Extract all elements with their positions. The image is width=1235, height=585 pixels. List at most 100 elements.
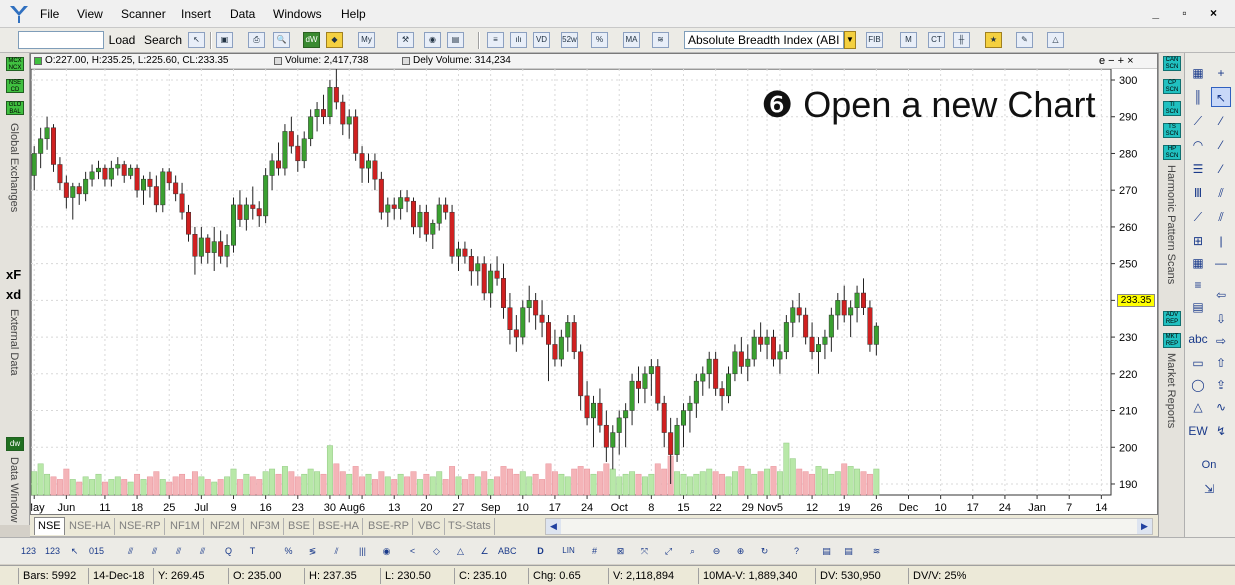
cow-tail-icon[interactable]: CT	[928, 32, 945, 48]
ts-scn-button[interactable]: TS SCN	[1163, 123, 1181, 138]
menu-windows[interactable]: Windows	[273, 7, 322, 21]
candle-pattern-icon[interactable]: ╫	[953, 32, 970, 48]
print-preview-icon[interactable]: 🔍	[273, 32, 290, 48]
percent-arc-icon[interactable]: ⫽	[328, 543, 345, 559]
arrow-left-icon[interactable]: ⇦	[1211, 285, 1231, 305]
pointer-icon[interactable]: ↖	[1211, 87, 1231, 107]
adv-rep-button[interactable]: ADV REP	[1163, 311, 1181, 326]
hash-icon[interactable]: #	[586, 543, 603, 559]
price-chart[interactable]: 300290280270260250240230220210200190MayJ…	[31, 69, 1157, 515]
print-icon[interactable]: ⎙	[248, 32, 265, 48]
global-exchanges-label[interactable]: Global Exchanges	[8, 123, 20, 212]
q-icon[interactable]: Q	[220, 543, 237, 559]
menu-scanner[interactable]: Scanner	[121, 7, 166, 21]
fibo-retrace-icon[interactable]: ☰	[1188, 159, 1208, 179]
scroll-left-icon[interactable]: ◀	[546, 519, 561, 534]
text-icon[interactable]: abc	[1188, 329, 1208, 349]
tab-nf3m[interactable]: NF3M	[247, 518, 284, 535]
hook-icon[interactable]: ↯	[1211, 421, 1231, 441]
rectangle-icon[interactable]: ▭	[1188, 353, 1208, 373]
search-button[interactable]: Search	[144, 31, 182, 49]
vertical-lines-icon[interactable]: ║	[1188, 87, 1208, 107]
chart-window-controls[interactable]: e − + ×	[1099, 54, 1134, 68]
triangle-icon[interactable]: △	[1188, 397, 1208, 417]
fd-icon[interactable]: xd	[6, 287, 21, 302]
ma-icon[interactable]: MA	[623, 32, 640, 48]
tab-nse-ha[interactable]: NSE-HA	[66, 518, 115, 535]
parallel-lines-icon[interactable]: ⫽	[1211, 183, 1231, 203]
arc-icon[interactable]: ◠	[1188, 135, 1208, 155]
wave-icon[interactable]: ∿	[1211, 397, 1231, 417]
channel-sl-icon[interactable]: ⁄	[1211, 159, 1231, 179]
arrow-up-icon[interactable]: ⇪	[1211, 375, 1231, 395]
cp-scn-button[interactable]: CP SCN	[1163, 79, 1181, 94]
magnet-icon[interactable]: ⇲	[1199, 479, 1219, 499]
tab-nse[interactable]: NSE	[34, 517, 65, 535]
harmonic-pattern-scans-label[interactable]: Harmonic Pattern Scans	[1165, 165, 1177, 284]
link-icon[interactable]: ⚒	[397, 32, 414, 48]
zoom-in-icon[interactable]: ⊕	[732, 543, 749, 559]
arrow-left-down-icon[interactable]: ⇩	[1211, 309, 1231, 329]
pitchfork-2-icon[interactable]: ⫻	[146, 543, 163, 559]
d-icon[interactable]: D	[532, 543, 549, 559]
indicator-icon[interactable]: ≋	[652, 32, 669, 48]
diagonal-icon[interactable]: ⤢	[660, 543, 677, 559]
time-zones-icon[interactable]: Ⅲ	[1188, 183, 1208, 203]
bars-icon[interactable]: ≡	[487, 32, 504, 48]
elliott-icon[interactable]: ≡	[1188, 275, 1208, 295]
dw-button[interactable]: dw	[6, 437, 24, 451]
on-toggle[interactable]: On	[1199, 455, 1219, 475]
triangle-tool-icon[interactable]: △	[1047, 32, 1064, 48]
tab-bse-ha[interactable]: BSE-HA	[315, 518, 363, 535]
mcx-ncx-button[interactable]: MCX NCX	[6, 57, 24, 71]
can-scn-button[interactable]: CAN SCN	[1163, 56, 1181, 71]
tab-vbc[interactable]: VBC	[415, 518, 445, 535]
tab-bse-rp[interactable]: BSE-RP	[365, 518, 413, 535]
t-icon[interactable]: T	[244, 543, 261, 559]
tab-nse-rp[interactable]: NSE-RP	[116, 518, 165, 535]
grid-icon[interactable]: ⊞	[1188, 231, 1208, 251]
document-2-icon[interactable]: ▤	[840, 543, 857, 559]
cursor-icon[interactable]: ↖	[188, 32, 205, 48]
pitchfork-icon[interactable]: ⫻	[122, 543, 139, 559]
load-button[interactable]: Load	[107, 31, 137, 49]
horizontal-scrollbar[interactable]: ◀ ▶	[545, 518, 1153, 535]
symbol-input[interactable]	[18, 31, 104, 49]
gann-icon[interactable]: ▤	[1188, 297, 1208, 317]
indicator-select[interactable]: Absolute Breadth Index (ABI	[684, 31, 844, 49]
trendline-icon[interactable]: ⁄	[1211, 111, 1231, 131]
elliott-wave-icon[interactable]: EW	[1188, 421, 1208, 441]
table-icon[interactable]: ▦	[1188, 253, 1208, 273]
abc-icon[interactable]: ABC	[498, 543, 517, 559]
document-icon[interactable]: ▤	[818, 543, 835, 559]
52w-hilo-icon[interactable]: 52w	[561, 32, 578, 48]
market-reports-label[interactable]: Market Reports	[1165, 353, 1177, 428]
arrow-right-icon[interactable]: ⇨	[1211, 331, 1231, 351]
mp-icon[interactable]: ◉	[378, 543, 395, 559]
tab-bse[interactable]: BSE	[285, 518, 315, 535]
angle-icon[interactable]: ∠	[476, 543, 493, 559]
pitchfork-4-icon[interactable]: ⫻	[194, 543, 211, 559]
chart-window[interactable]: O:227.00, H:235.25, L:225.60, CL:233.35 …	[30, 53, 1158, 515]
arrow-right-up-icon[interactable]: ⇧	[1211, 353, 1231, 373]
tab-nf1m[interactable]: NF1M	[167, 518, 204, 535]
abs-icon[interactable]: ≋	[868, 543, 885, 559]
mkt-rep-button[interactable]: MKT REP	[1163, 333, 1181, 348]
scroll-right-icon[interactable]: ▶	[1137, 519, 1152, 534]
numbers-arrow-icon[interactable]: ↖	[66, 543, 83, 559]
ohlc-icon[interactable]: ılı	[510, 32, 527, 48]
dw-icon[interactable]: dW	[303, 32, 320, 48]
channel-c-icon[interactable]: ⫽	[1211, 207, 1231, 227]
tab-ts-stats[interactable]: TS-Stats	[445, 518, 495, 535]
hp-scn-button[interactable]: HP SCN	[1163, 145, 1181, 160]
my-icon[interactable]: My	[358, 32, 375, 48]
star-icon[interactable]: ★	[985, 32, 1002, 48]
menu-help[interactable]: Help	[341, 7, 366, 21]
less-than-icon[interactable]: <	[404, 543, 421, 559]
menu-insert[interactable]: Insert	[181, 7, 211, 21]
window-icon[interactable]: ▤	[447, 32, 464, 48]
percent-fan-icon[interactable]: ≶	[304, 543, 321, 559]
menu-data[interactable]: Data	[230, 7, 255, 21]
trendline-sl-icon[interactable]: ⁄	[1211, 135, 1231, 155]
lin-icon[interactable]: LIN	[560, 543, 577, 559]
